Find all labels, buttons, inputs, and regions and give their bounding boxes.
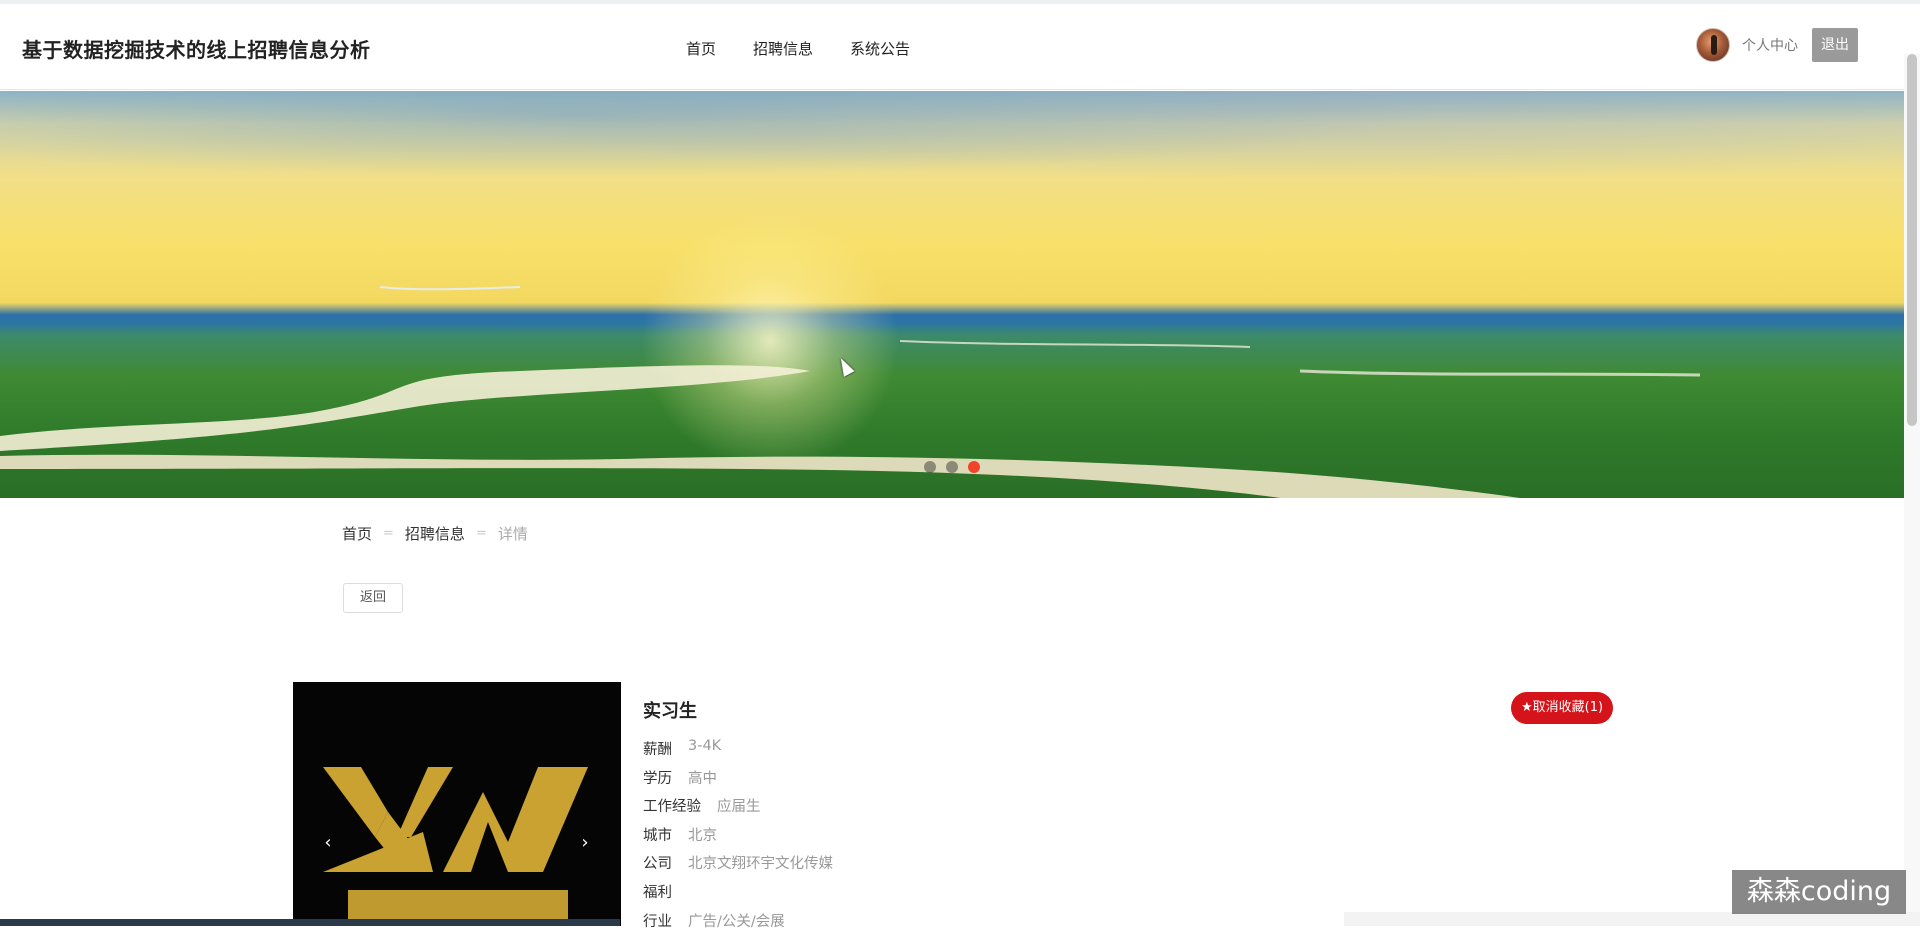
- banner-landscape: [0, 286, 1701, 498]
- back-button[interactable]: 返回: [343, 583, 403, 613]
- field-benefits: 福利: [643, 881, 833, 910]
- breadcrumb-separator: =: [475, 526, 487, 541]
- carousel-next-button[interactable]: ›: [577, 832, 593, 853]
- site-title: 基于数据挖掘技术的线上招聘信息分析: [22, 38, 371, 62]
- carousel-prev-button[interactable]: ‹: [320, 832, 336, 853]
- field-label: 工作经验: [643, 799, 701, 816]
- field-label: 学历: [643, 770, 672, 787]
- unfavorite-button[interactable]: ★取消收藏(1): [1511, 692, 1614, 724]
- scrollbar-thumb[interactable]: [1907, 54, 1917, 426]
- logout-button[interactable]: 退出: [1812, 28, 1858, 62]
- field-city: 城市 北京: [643, 824, 833, 853]
- user-center-link[interactable]: 个人中心: [1742, 35, 1798, 55]
- user-area: 个人中心 退出: [1696, 28, 1858, 62]
- company-logo-image: [323, 767, 588, 926]
- field-label: 公司: [643, 856, 672, 873]
- field-value: 北京文翔环宇文化传媒: [688, 856, 833, 873]
- hero-banner: [0, 91, 1904, 498]
- page-scrollbar[interactable]: [1904, 54, 1920, 926]
- field-value: 北京: [688, 827, 717, 844]
- field-industry: 行业 广告/公关/会展: [643, 910, 833, 938]
- field-education: 学历 高中: [643, 767, 833, 796]
- taskbar-strip: [0, 919, 620, 926]
- breadcrumb: 首页 = 招聘信息 = 详情: [342, 523, 528, 544]
- field-label: 城市: [643, 827, 672, 844]
- field-salary: 薪酬 3-4K: [643, 738, 833, 767]
- nav-item-jobs[interactable]: 招聘信息: [753, 38, 813, 59]
- breadcrumb-jobs[interactable]: 招聘信息: [405, 523, 465, 544]
- job-fields: 薪酬 3-4K 学历 高中 工作经验 应届生 城市 北京 公司 北京文翔环宇文化…: [643, 738, 833, 938]
- field-experience: 工作经验 应届生: [643, 795, 833, 824]
- avatar[interactable]: [1696, 28, 1730, 62]
- carousel-dot-2[interactable]: [946, 461, 958, 473]
- field-value: 应届生: [717, 799, 761, 816]
- breadcrumb-current: 详情: [497, 525, 528, 543]
- site-header: 基于数据挖掘技术的线上招聘信息分析 首页 招聘信息 系统公告 个人中心 退出: [0, 4, 1904, 90]
- breadcrumb-home[interactable]: 首页: [342, 523, 372, 544]
- taskbar-strip-right: [1344, 912, 1920, 926]
- field-company: 公司 北京文翔环宇文化传媒: [643, 852, 833, 881]
- carousel-dot-3[interactable]: [968, 461, 980, 473]
- field-label: 薪酬: [643, 742, 672, 758]
- field-label: 福利: [643, 884, 672, 901]
- nav-item-announcements[interactable]: 系统公告: [850, 38, 910, 59]
- field-value: 高中: [688, 770, 717, 787]
- field-value: 广告/公关/会展: [688, 913, 785, 930]
- watermark: 森森coding: [1732, 870, 1906, 914]
- field-value: 3-4K: [688, 738, 722, 754]
- breadcrumb-separator: =: [383, 526, 394, 541]
- nav-item-home[interactable]: 首页: [686, 38, 716, 59]
- carousel-dot-1[interactable]: [924, 461, 936, 473]
- carousel-dots: [924, 461, 980, 473]
- field-label: 行业: [643, 913, 672, 930]
- company-logo-carousel: ‹ ›: [293, 682, 621, 926]
- main-nav: 首页 招聘信息 系统公告: [686, 38, 947, 59]
- job-title: 实习生: [643, 701, 697, 722]
